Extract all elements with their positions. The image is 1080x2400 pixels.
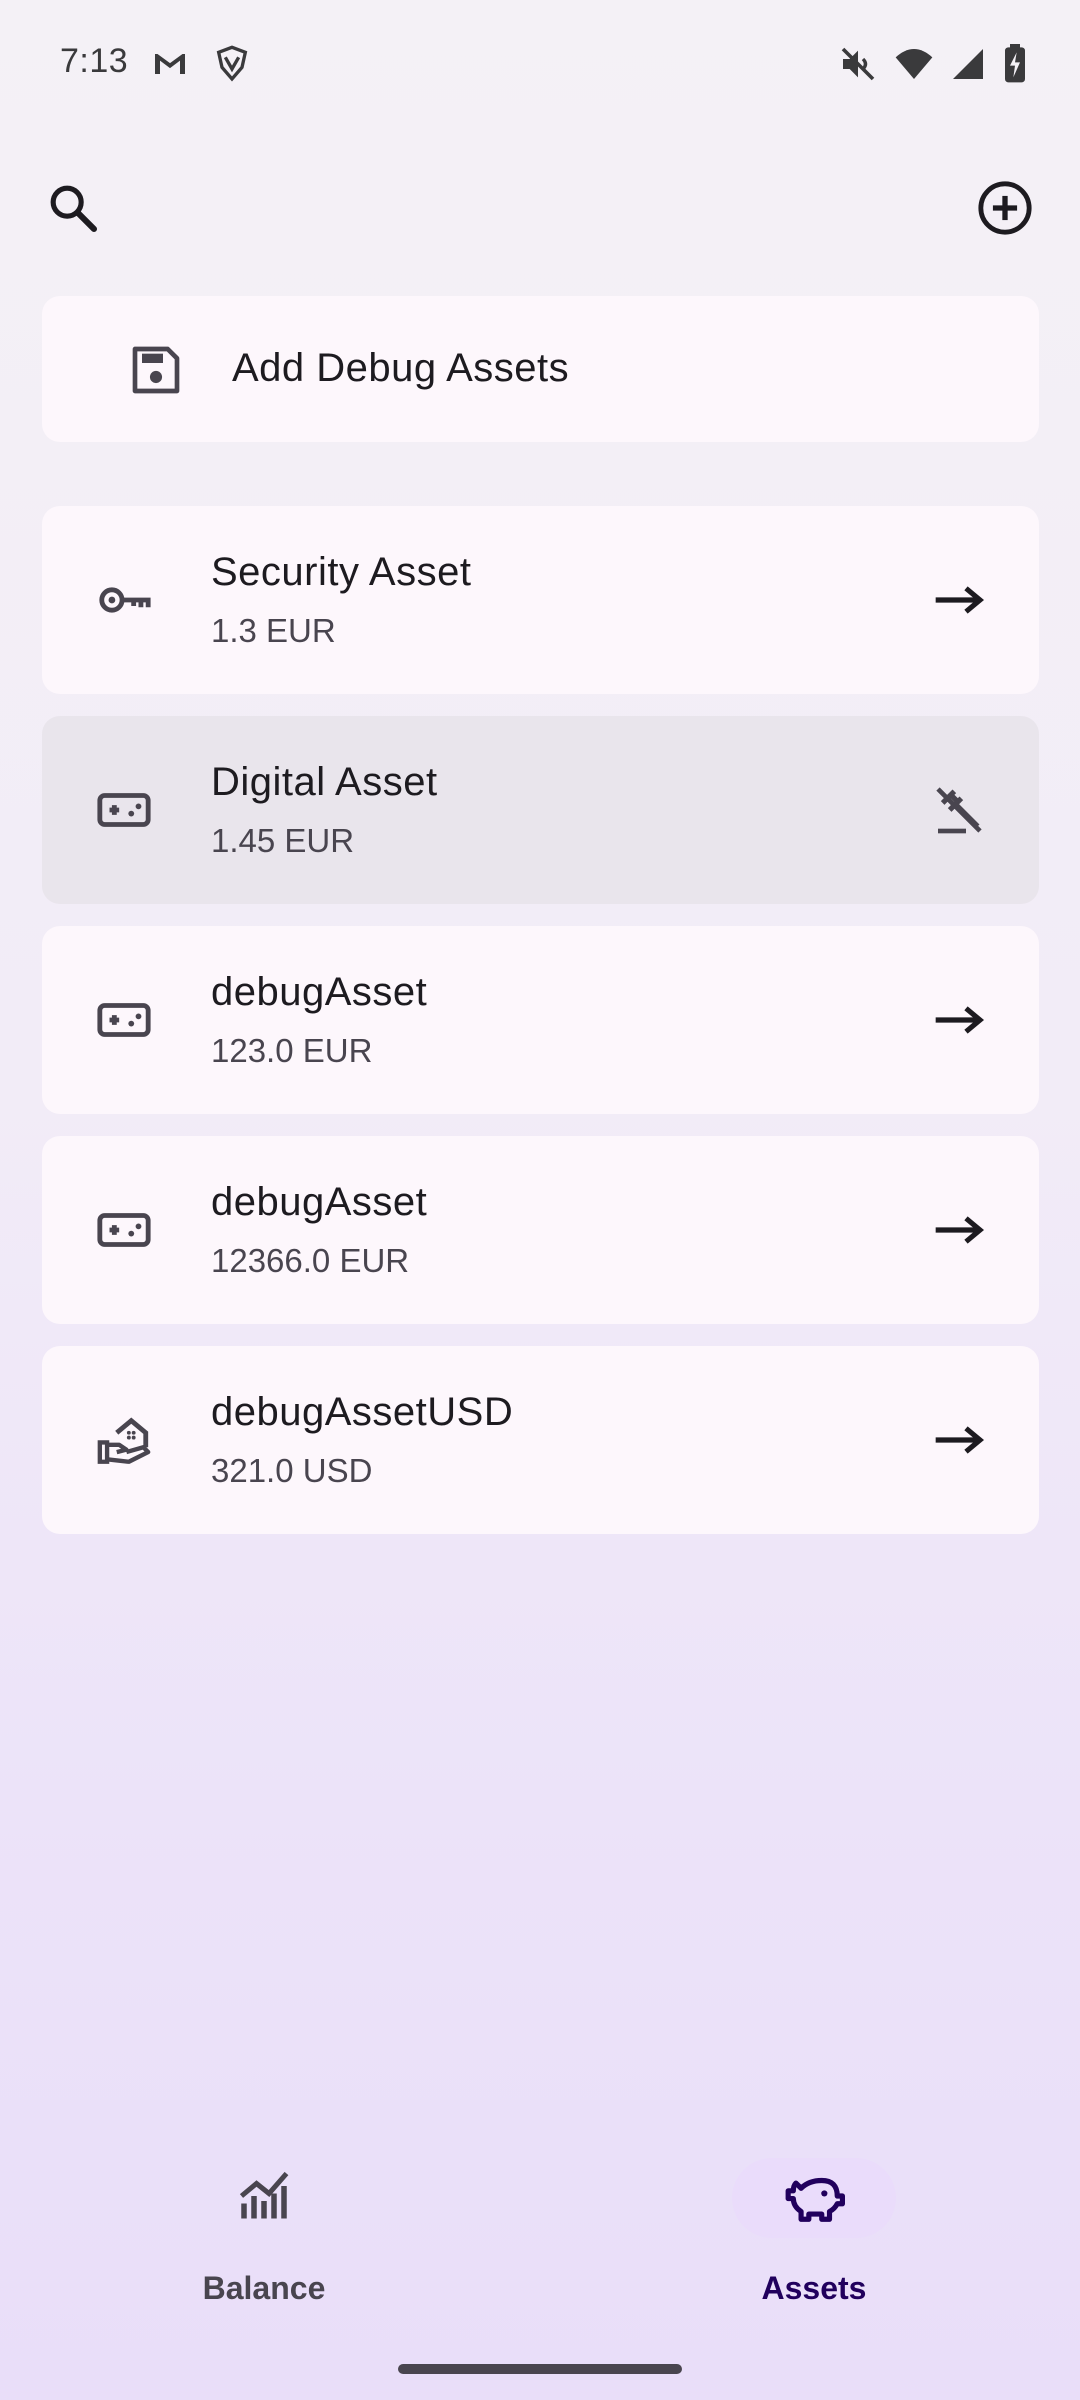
add-debug-assets-label: Add Debug Assets: [232, 346, 570, 390]
add-asset-button[interactable]: [965, 170, 1045, 250]
search-button[interactable]: [33, 170, 113, 250]
home-indicator[interactable]: [398, 2364, 682, 2374]
asset-value: 123.0 EUR: [211, 1032, 373, 1069]
search-icon: [45, 180, 101, 241]
status-time: 7:13: [60, 42, 129, 80]
save-icon: [128, 342, 184, 403]
gmail-icon: [150, 44, 190, 84]
asset-name: Security Asset: [211, 550, 472, 594]
nav-pill: [182, 2158, 346, 2238]
bottom-navigation: Balance Assets: [0, 2140, 1080, 2310]
key-icon: [94, 570, 154, 630]
piggy-bank-icon: [783, 2165, 845, 2232]
battery-charging-icon: [1002, 44, 1028, 84]
arrow-right-icon[interactable]: [919, 1190, 999, 1270]
asset-card-digital-asset[interactable]: Digital Asset 1.45 EUR: [42, 716, 1039, 904]
asset-value: 1.3 EUR: [211, 612, 336, 649]
nav-pill-active: [732, 2158, 896, 2238]
asset-name: debugAsset: [211, 970, 428, 1014]
nav-item-assets[interactable]: Assets: [714, 2158, 914, 2308]
gamepad-icon: [94, 780, 154, 840]
nav-item-balance[interactable]: Balance: [164, 2158, 364, 2308]
asset-value: 1.45 EUR: [211, 822, 355, 859]
asset-name: debugAsset: [211, 1180, 428, 1224]
arrow-right-icon[interactable]: [919, 1400, 999, 1480]
add-circle-icon: [976, 179, 1034, 242]
asset-card-debug-asset-usd[interactable]: debugAssetUSD 321.0 USD: [42, 1346, 1039, 1534]
asset-value: 321.0 USD: [211, 1452, 373, 1489]
asset-list: Security Asset 1.3 EUR Digital Asset 1.4…: [42, 506, 1039, 1556]
asset-name: debugAssetUSD: [211, 1390, 514, 1434]
real-estate-icon: [94, 1410, 154, 1470]
asset-value: 12366.0 EUR: [211, 1242, 410, 1279]
wifi-icon: [894, 44, 934, 84]
gamepad-icon: [94, 1200, 154, 1260]
arrow-right-icon[interactable]: [919, 980, 999, 1060]
add-debug-assets-button[interactable]: Add Debug Assets: [42, 296, 1039, 442]
vpn-shield-icon: [212, 44, 252, 84]
gamepad-icon: [94, 990, 154, 1050]
asset-card-debug-asset[interactable]: debugAsset 12366.0 EUR: [42, 1136, 1039, 1324]
gavel-off-icon[interactable]: [919, 770, 999, 850]
signal-icon: [950, 44, 986, 84]
asset-name: Digital Asset: [211, 760, 438, 804]
nav-label-assets: Assets: [761, 2270, 867, 2306]
chart-icon: [234, 2166, 294, 2231]
asset-card-debug-asset[interactable]: debugAsset 123.0 EUR: [42, 926, 1039, 1114]
status-system-icons: [838, 44, 1028, 84]
mute-icon: [838, 44, 878, 84]
status-notification-icons: [150, 44, 252, 84]
status-bar: 7:13: [0, 0, 1080, 130]
top-app-bar: [0, 170, 1080, 250]
asset-card-security-asset[interactable]: Security Asset 1.3 EUR: [42, 506, 1039, 694]
nav-label-balance: Balance: [202, 2270, 326, 2306]
arrow-right-icon[interactable]: [919, 560, 999, 640]
